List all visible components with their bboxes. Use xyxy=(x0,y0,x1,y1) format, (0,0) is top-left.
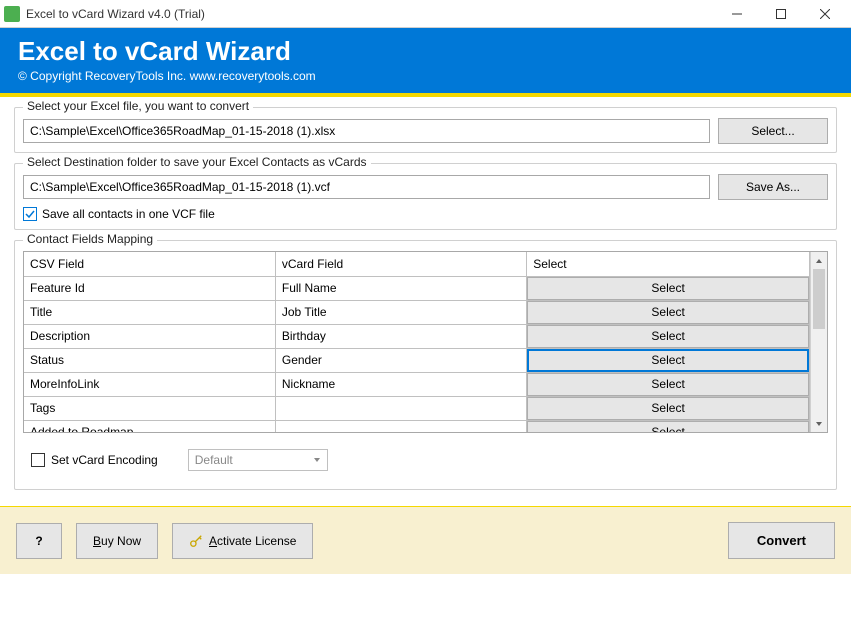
col-vcard[interactable]: vCard Field xyxy=(275,252,526,276)
save-all-checkbox[interactable] xyxy=(23,207,37,221)
row-select-button[interactable]: Select xyxy=(527,349,809,372)
source-legend: Select your Excel file, you want to conv… xyxy=(23,99,253,113)
source-file-group: Select your Excel file, you want to conv… xyxy=(14,107,837,153)
vcard-cell: Birthday xyxy=(275,324,526,348)
buy-now-button[interactable]: Buy Now xyxy=(76,523,158,559)
vcard-cell: Job Title xyxy=(275,300,526,324)
csv-cell: MoreInfoLink xyxy=(24,372,275,396)
help-button[interactable]: ? xyxy=(16,523,62,559)
footer-bar: ? Buy Now Activate License Convert xyxy=(0,506,851,574)
table-row: StatusGenderSelect xyxy=(24,348,810,372)
select-cell: Select xyxy=(527,276,810,300)
content-area: Select your Excel file, you want to conv… xyxy=(0,97,851,506)
row-select-button[interactable]: Select xyxy=(527,421,809,433)
destination-legend: Select Destination folder to save your E… xyxy=(23,155,371,169)
vcard-cell xyxy=(275,396,526,420)
row-select-button[interactable]: Select xyxy=(527,397,809,420)
close-button[interactable] xyxy=(803,0,847,28)
csv-cell: Title xyxy=(24,300,275,324)
encoding-label: Set vCard Encoding xyxy=(51,453,158,467)
select-cell: Select xyxy=(527,396,810,420)
row-select-button[interactable]: Select xyxy=(527,277,809,300)
encoding-dropdown[interactable]: Default xyxy=(188,449,328,471)
select-cell: Select xyxy=(527,420,810,432)
row-select-button[interactable]: Select xyxy=(527,325,809,348)
vcard-cell: Full Name xyxy=(275,276,526,300)
key-icon xyxy=(189,534,203,548)
csv-cell: Added to Roadmap xyxy=(24,420,275,432)
minimize-button[interactable] xyxy=(715,0,759,28)
select-cell: Select xyxy=(527,372,810,396)
col-csv[interactable]: CSV Field xyxy=(24,252,275,276)
destination-group: Select Destination folder to save your E… xyxy=(14,163,837,230)
row-select-button[interactable]: Select xyxy=(527,301,809,324)
vcard-cell xyxy=(275,420,526,432)
csv-cell: Feature Id xyxy=(24,276,275,300)
save-as-button[interactable]: Save As... xyxy=(718,174,828,200)
select-cell: Select xyxy=(527,348,810,372)
table-row: DescriptionBirthdaySelect xyxy=(24,324,810,348)
window-title: Excel to vCard Wizard v4.0 (Trial) xyxy=(26,7,715,21)
table-row: Tags Select xyxy=(24,396,810,420)
table-row: Added to Roadmap Select xyxy=(24,420,810,432)
save-all-label: Save all contacts in one VCF file xyxy=(42,207,215,221)
csv-cell: Status xyxy=(24,348,275,372)
csv-cell: Tags xyxy=(24,396,275,420)
convert-button[interactable]: Convert xyxy=(728,522,835,559)
mapping-legend: Contact Fields Mapping xyxy=(23,232,157,246)
vcard-cell: Nickname xyxy=(275,372,526,396)
app-icon xyxy=(4,6,20,22)
table-row: TitleJob TitleSelect xyxy=(24,300,810,324)
chevron-down-icon xyxy=(313,456,321,464)
mapping-table-wrap: CSV Field vCard Field Select Feature IdF… xyxy=(23,251,828,433)
table-row: MoreInfoLinkNicknameSelect xyxy=(24,372,810,396)
select-cell: Select xyxy=(527,324,810,348)
select-cell: Select xyxy=(527,300,810,324)
encoding-value: Default xyxy=(195,453,233,467)
encoding-row: Set vCard Encoding Default xyxy=(23,433,828,483)
vcard-cell: Gender xyxy=(275,348,526,372)
maximize-button[interactable] xyxy=(759,0,803,28)
app-subtitle: © Copyright RecoveryTools Inc. www.recov… xyxy=(18,69,833,83)
activate-license-button[interactable]: Activate License xyxy=(172,523,313,559)
mapping-group: Contact Fields Mapping CSV Field vCard F… xyxy=(14,240,837,490)
scroll-thumb[interactable] xyxy=(813,269,825,329)
scroll-up-icon[interactable] xyxy=(811,252,827,269)
titlebar: Excel to vCard Wizard v4.0 (Trial) xyxy=(0,0,851,28)
encoding-checkbox[interactable] xyxy=(31,453,45,467)
select-source-button[interactable]: Select... xyxy=(718,118,828,144)
table-row: Feature IdFull NameSelect xyxy=(24,276,810,300)
csv-cell: Description xyxy=(24,324,275,348)
scroll-down-icon[interactable] xyxy=(811,415,827,432)
destination-path-input[interactable] xyxy=(23,175,710,199)
col-select[interactable]: Select xyxy=(527,252,810,276)
mapping-table: CSV Field vCard Field Select Feature IdF… xyxy=(24,252,810,432)
table-scrollbar[interactable] xyxy=(810,252,827,432)
source-path-input[interactable] xyxy=(23,119,710,143)
header-banner: Excel to vCard Wizard © Copyright Recove… xyxy=(0,28,851,97)
row-select-button[interactable]: Select xyxy=(527,373,809,396)
app-title: Excel to vCard Wizard xyxy=(18,36,833,67)
